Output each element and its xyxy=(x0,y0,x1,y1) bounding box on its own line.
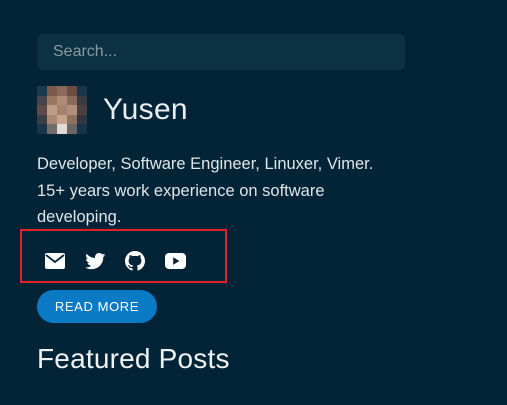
bio-line: Developer, Software Engineer, Linuxer, V… xyxy=(37,155,374,173)
author-profile: Yusen xyxy=(37,86,188,134)
twitter-icon xyxy=(84,252,105,269)
social-links xyxy=(44,249,204,273)
author-bio: Developer, Software Engineer, Linuxer, V… xyxy=(37,151,437,231)
bio-line: 15+ years work experience on software xyxy=(37,181,325,200)
search-input[interactable] xyxy=(37,34,405,70)
read-more-button[interactable]: READ MORE xyxy=(37,290,157,323)
featured-posts-heading: Featured Posts xyxy=(37,343,230,374)
twitter-link[interactable] xyxy=(84,250,106,272)
email-link[interactable] xyxy=(44,250,66,272)
avatar[interactable] xyxy=(37,86,87,134)
bio-line: developing. xyxy=(37,208,122,226)
youtube-icon xyxy=(164,253,186,269)
envelope-icon xyxy=(45,253,65,269)
github-link[interactable] xyxy=(124,250,146,272)
author-name: Yusen xyxy=(103,93,188,126)
github-icon xyxy=(125,251,145,271)
youtube-link[interactable] xyxy=(164,250,186,272)
